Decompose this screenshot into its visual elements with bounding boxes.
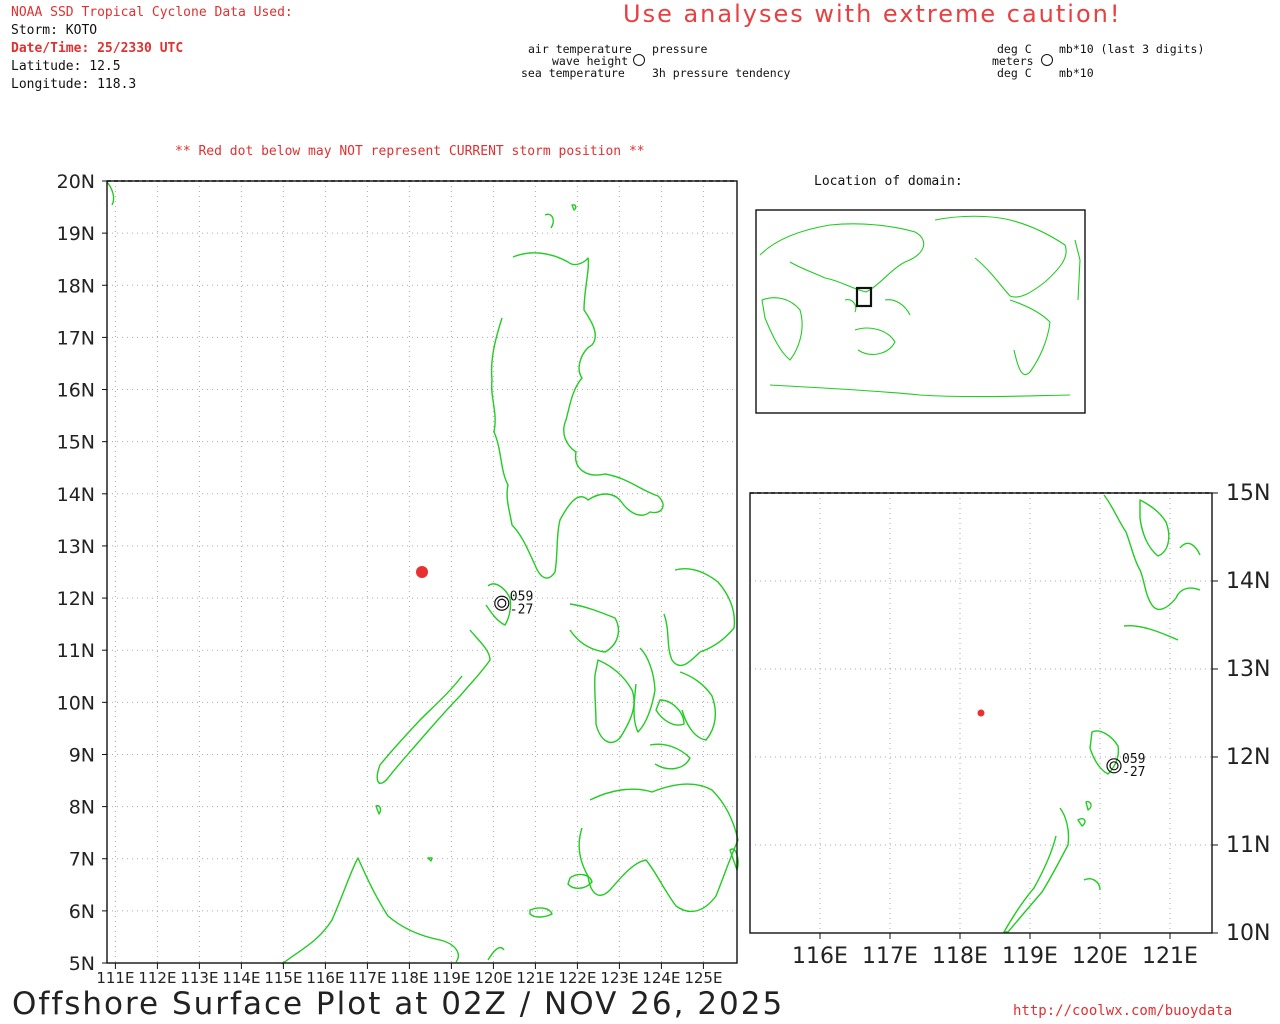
main-lat-label: 9N: [69, 744, 95, 766]
main-lon-label: 117E: [348, 969, 386, 987]
main-lat-label: 19N: [57, 223, 95, 245]
main-lon-label: 120E: [474, 969, 512, 987]
main-lat-label: 6N: [69, 901, 95, 923]
plot-title: Offshore Surface Plot at 02Z / NOV 26, 2…: [12, 986, 785, 1022]
main-storm-position-dot: [416, 566, 428, 578]
main-lat-label: 5N: [69, 953, 95, 975]
zoom-lon-label: 118E: [932, 944, 988, 969]
main-lat-label: 11N: [57, 640, 95, 662]
map-canvas: 20N 19N 18N 17N 16N 15N 14N 13N 12N 11N 10N 9N 8N 7N 6…: [57, 171, 1271, 987]
main-station-inner-icon: [497, 598, 507, 608]
main-lon-label: 125E: [684, 969, 722, 987]
zoom-lon-label: 117E: [862, 944, 918, 969]
source-link[interactable]: http://coolwx.com/buoydata: [1013, 1003, 1232, 1019]
main-lon-label: 112E: [138, 969, 176, 987]
main-lon-label: 116E: [306, 969, 344, 987]
main-lat-label: 12N: [57, 588, 95, 610]
main-lat-label: 8N: [69, 797, 95, 819]
main-lon-label: 118E: [390, 969, 428, 987]
zoom-lon-label: 116E: [792, 944, 848, 969]
zoom-storm-position-dot: [977, 709, 985, 717]
main-lat-label: 13N: [57, 536, 95, 558]
zoom-station-tendency: -27: [1122, 765, 1145, 780]
main-lon-label: 123E: [600, 969, 638, 987]
zoom-lat-label: 13N: [1226, 657, 1270, 682]
main-lon-label: 121E: [516, 969, 554, 987]
main-station-tendency: -27: [510, 602, 533, 617]
zoom-map-coastlines: [1003, 494, 1201, 933]
main-lat-label: 18N: [57, 275, 95, 297]
main-map-axis-labels: 20N 19N 18N 17N 16N 15N 14N 13N 12N 11N 10N 9N 8N 7N 6…: [57, 171, 723, 987]
zoom-lat-label: 14N: [1226, 569, 1270, 594]
main-lon-label: 115E: [264, 969, 302, 987]
main-lon-label: 114E: [222, 969, 260, 987]
main-lon-label: 111E: [96, 969, 134, 987]
zoom-lat-label: 11N: [1226, 833, 1270, 858]
zoom-map-axis-labels: 15N 14N 13N 12N 11N 10N 116E 117E 118E 119E 120E 12…: [792, 481, 1270, 969]
map-markers: 059-27059-27: [416, 566, 1145, 780]
main-lat-label: 14N: [57, 484, 95, 506]
main-lat-label: 16N: [57, 380, 95, 402]
zoom-lat-label: 15N: [1226, 481, 1270, 506]
main-lat-label: 15N: [57, 432, 95, 454]
main-lon-label: 113E: [180, 969, 218, 987]
main-lon-label: 124E: [642, 969, 680, 987]
main-lat-label: 17N: [57, 327, 95, 349]
zoom-lat-label: 10N: [1226, 921, 1270, 946]
zoom-lon-label: 120E: [1072, 944, 1128, 969]
main-station-circle-icon: [494, 595, 510, 611]
main-lon-label: 122E: [558, 969, 596, 987]
main-lat-label: 7N: [69, 849, 95, 871]
zoom-lon-label: 121E: [1142, 944, 1198, 969]
zoom-lat-label: 12N: [1226, 745, 1270, 770]
main-lat-label: 20N: [57, 171, 95, 193]
world-inset-map: [755, 209, 1086, 414]
zoom-lon-label: 119E: [1002, 944, 1058, 969]
main-lat-label: 10N: [57, 692, 95, 714]
main-lon-label: 119E: [432, 969, 470, 987]
